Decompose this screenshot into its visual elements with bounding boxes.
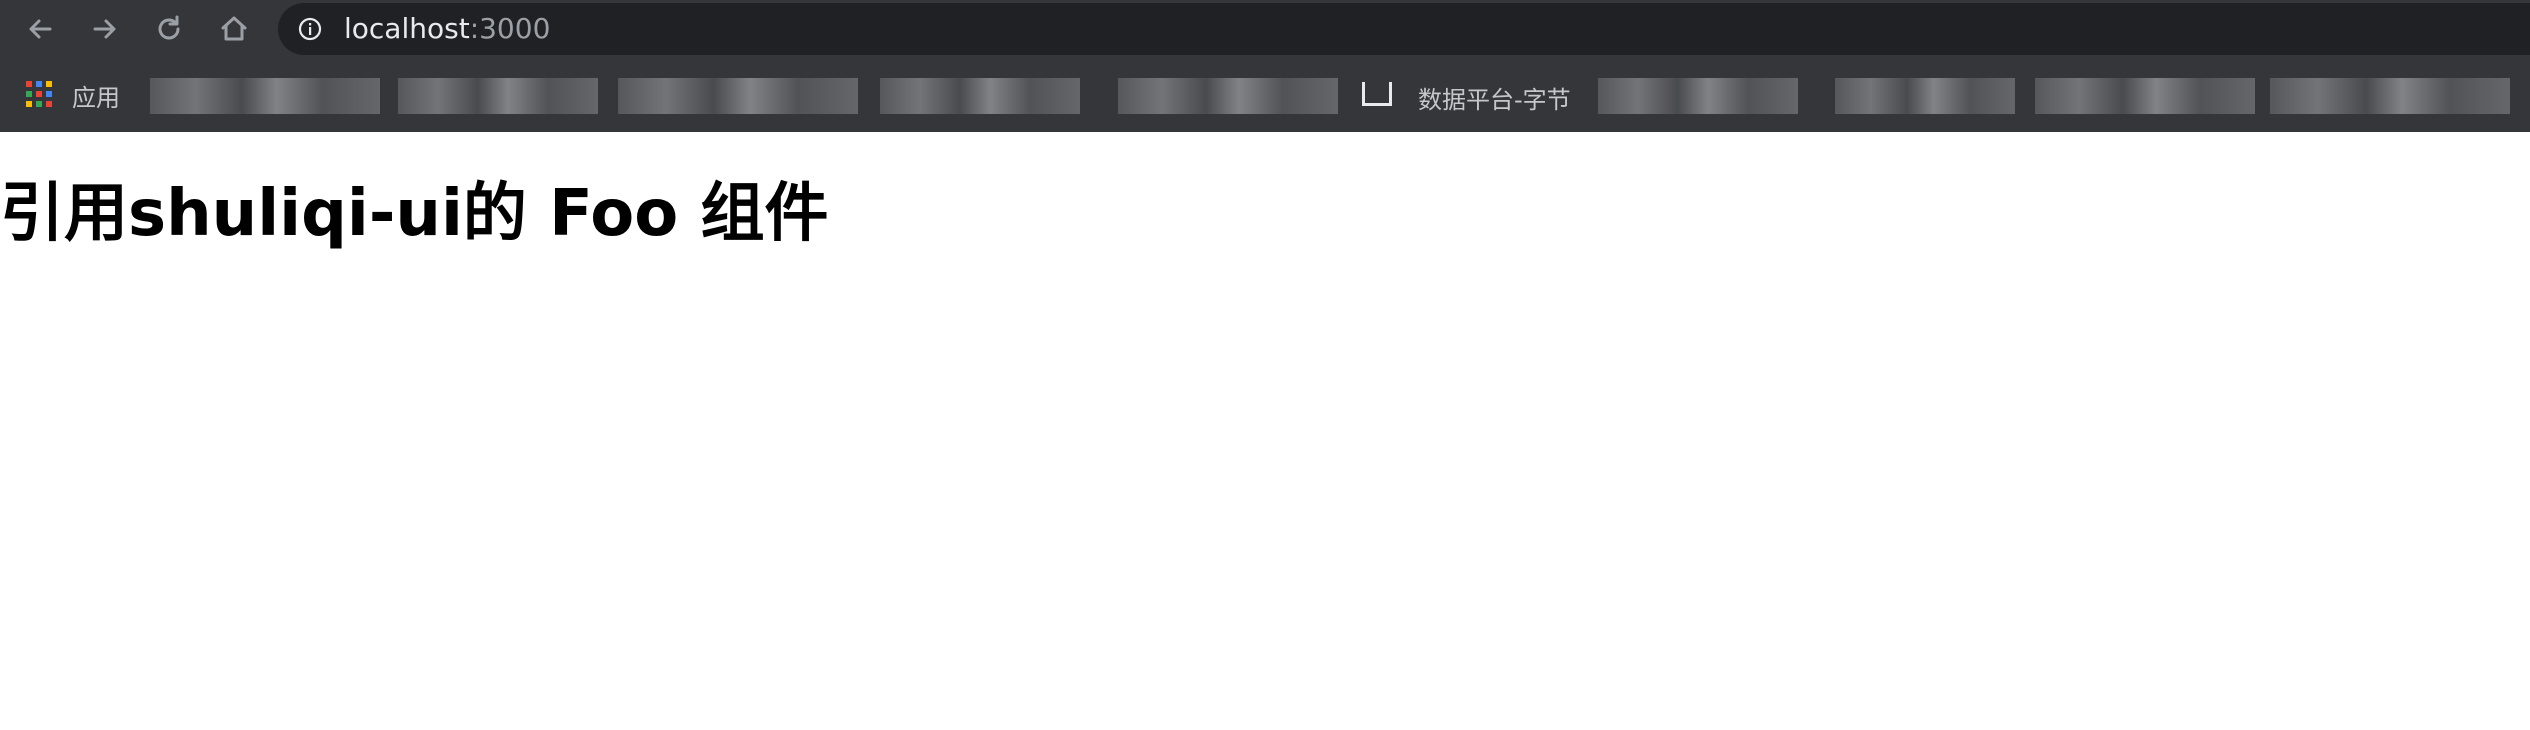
bookmark-item[interactable] bbox=[618, 78, 858, 114]
url-port: :3000 bbox=[469, 12, 551, 45]
bookmark-item[interactable] bbox=[2270, 78, 2510, 114]
home-icon bbox=[221, 16, 247, 41]
info-icon[interactable] bbox=[298, 17, 322, 41]
arrow-left-icon bbox=[29, 19, 52, 39]
page-content: 引用shuliqi-ui的 Foo 组件 bbox=[0, 132, 2530, 730]
apps-label: 应用 bbox=[72, 83, 120, 112]
apps-grid-icon bbox=[26, 81, 54, 109]
bookmark-item[interactable] bbox=[398, 78, 598, 114]
browser-toolbar: localhost:3000 bbox=[0, 0, 2530, 58]
bookmark-item[interactable] bbox=[150, 78, 380, 114]
bookmark-item[interactable] bbox=[2035, 78, 2255, 114]
bookmark-label[interactable]: 数据平台-字节 bbox=[1418, 80, 1571, 115]
bookmark-item[interactable] bbox=[1598, 78, 1798, 114]
arrow-right-icon bbox=[93, 19, 116, 39]
bookmark-page-icon bbox=[1362, 82, 1392, 106]
url-text[interactable]: localhost:3000 bbox=[344, 13, 550, 45]
home-button[interactable] bbox=[218, 13, 250, 45]
url-host: localhost bbox=[344, 12, 470, 45]
bookmark-item[interactable] bbox=[1835, 78, 2015, 114]
reload-button[interactable] bbox=[153, 13, 185, 45]
reload-icon bbox=[158, 15, 180, 40]
apps-shortcut[interactable]: 应用 bbox=[26, 80, 120, 112]
bookmark-item[interactable] bbox=[1118, 78, 1338, 114]
bookmark-item[interactable] bbox=[880, 78, 1080, 114]
page-heading: 引用shuliqi-ui的 Foo 组件 bbox=[0, 177, 829, 251]
forward-button[interactable] bbox=[89, 13, 121, 45]
back-button[interactable] bbox=[24, 13, 56, 45]
browser-chrome: localhost:3000 应用 数据平台-字节 bbox=[0, 0, 2530, 132]
bookmarks-bar: 应用 数据平台-字节 bbox=[0, 58, 2530, 132]
address-bar[interactable]: localhost:3000 bbox=[278, 3, 2530, 55]
